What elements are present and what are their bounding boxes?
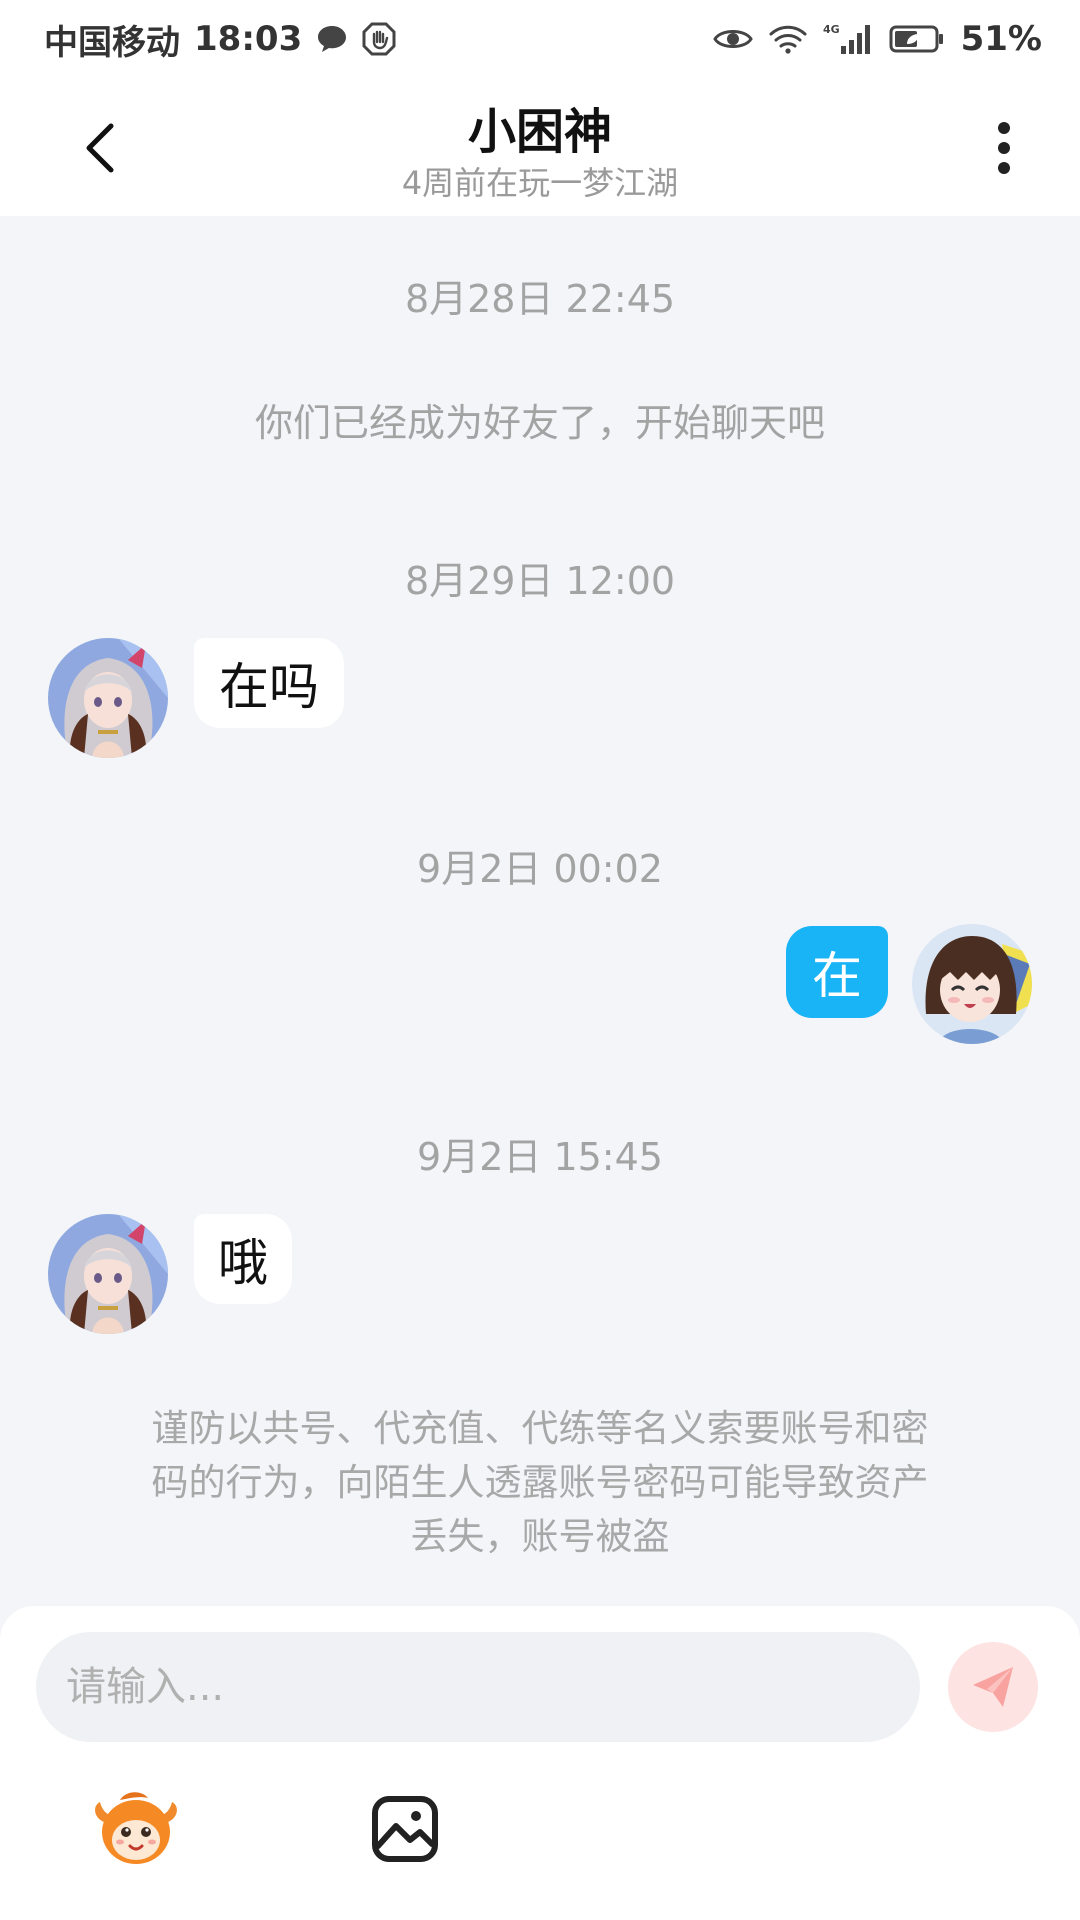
security-warning: 谨防以共号、代充值、代练等名义索要账号和密 码的行为，向陌生人透露账号密码可能导… — [100, 1402, 980, 1564]
contact-name: 小困神 — [467, 104, 612, 160]
svg-text:4G: 4G — [823, 23, 840, 36]
contact-avatar[interactable] — [48, 638, 168, 758]
more-options-button[interactable] — [984, 114, 1024, 182]
outgoing-message-bubble[interactable]: 在 — [786, 926, 888, 1018]
security-warning-line: 丢失，账号被盗 — [410, 1515, 670, 1558]
battery-icon — [889, 24, 945, 54]
anime-girl-avatar-image — [48, 1214, 168, 1334]
message-timestamp: 9月2日 15:45 — [417, 1135, 663, 1179]
message-input[interactable] — [36, 1632, 920, 1742]
carrier-name: 中国移动 — [44, 22, 180, 63]
battery-percent: 51% — [960, 19, 1042, 59]
image-picker-button[interactable] — [370, 1794, 440, 1864]
emoji-button[interactable] — [90, 1788, 182, 1868]
contact-avatar[interactable] — [48, 1214, 168, 1334]
message-composer — [0, 1606, 1080, 1920]
message-timestamp: 8月28日 22:45 — [404, 277, 676, 321]
incoming-message-bubble[interactable]: 在吗 — [194, 638, 344, 728]
status-bar: 中国移动 18:03 4G 51% — [0, 0, 1080, 78]
message-timestamp: 8月29日 12:00 — [404, 559, 676, 603]
more-vertical-icon — [998, 122, 1010, 174]
message-notification-icon — [316, 24, 348, 54]
message-timestamp: 9月2日 00:02 — [417, 847, 663, 891]
chat-header: 小困神 4周前在玩一梦江湖 — [0, 78, 1080, 216]
security-warning-line: 谨防以共号、代充值、代练等名义索要账号和密 — [151, 1407, 929, 1450]
eye-icon — [712, 26, 753, 52]
emoji-mascot-icon — [95, 1792, 177, 1864]
hand-stop-icon — [362, 22, 396, 56]
wifi-icon — [769, 24, 807, 54]
status-time: 18:03 — [194, 19, 303, 59]
my-avatar[interactable] — [912, 924, 1032, 1044]
security-warning-line: 码的行为，向陌生人透露账号密码可能导致资产 — [151, 1461, 929, 1504]
paper-plane-icon — [973, 1667, 1013, 1707]
anime-girl-avatar-image — [912, 924, 1032, 1044]
contact-status: 4周前在玩一梦江湖 — [401, 164, 679, 202]
image-icon — [372, 1796, 438, 1862]
friend-added-notice: 你们已经成为好友了，开始聊天吧 — [254, 401, 825, 445]
cellular-signal-icon: 4G — [823, 22, 873, 56]
anime-girl-avatar-image — [48, 638, 168, 758]
send-button[interactable] — [948, 1642, 1038, 1732]
chat-message-list[interactable]: 8月28日 22:45 你们已经成为好友了，开始聊天吧 8月29日 12:00 … — [0, 216, 1080, 1606]
incoming-message-bubble[interactable]: 哦 — [194, 1214, 292, 1304]
